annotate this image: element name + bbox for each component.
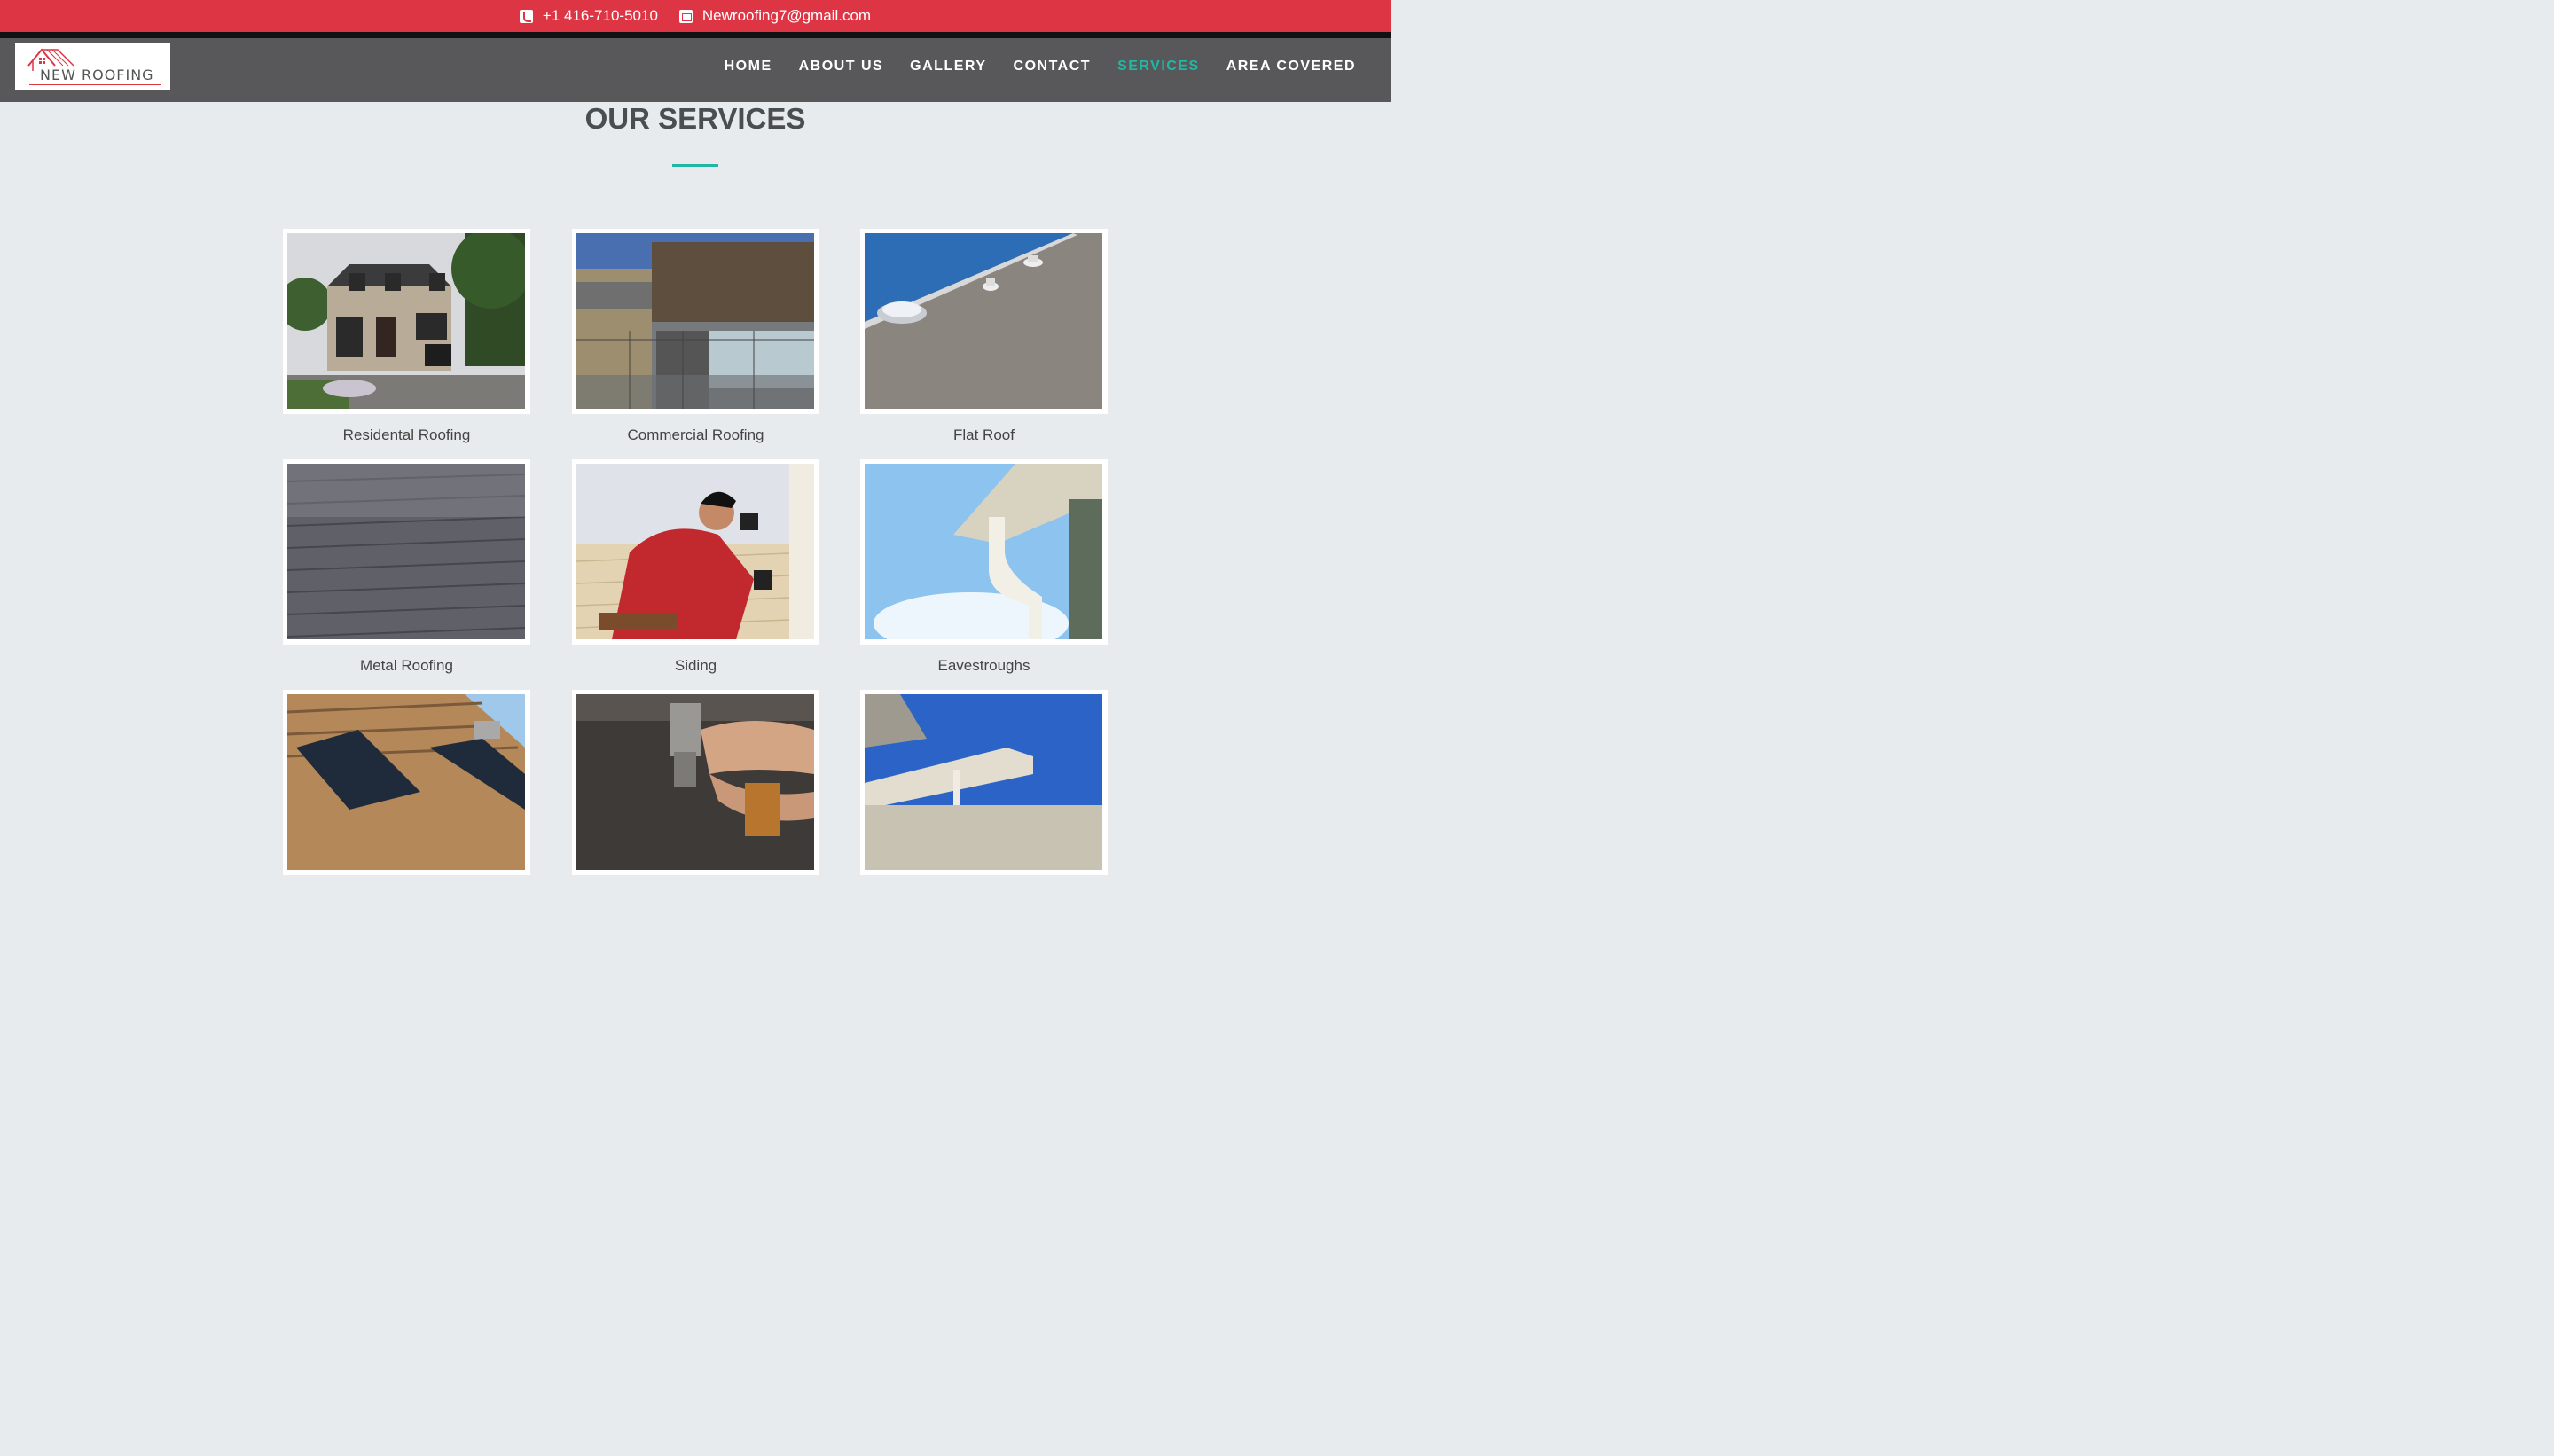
contact-bar: +1 416-710-5010 Newroofing7@gmail.com <box>0 0 1391 32</box>
soffit-fascia-image <box>865 694 1102 870</box>
email-address[interactable]: Newroofing7@gmail.com <box>702 7 871 25</box>
service-card-metal-roofing[interactable] <box>283 459 530 645</box>
service-card-commercial[interactable] <box>572 229 819 414</box>
phone-icon <box>519 9 533 23</box>
section-title: OUR SERVICES <box>584 102 806 135</box>
logo-underline <box>29 84 161 85</box>
commercial-building-image <box>576 233 814 409</box>
service-card-eavestroughs[interactable] <box>860 459 1108 645</box>
nav-contact[interactable]: CONTACT <box>1014 59 1092 74</box>
logo-text: NEW ROOFING <box>40 67 154 83</box>
phone-contact[interactable]: +1 416-710-5010 <box>519 7 658 25</box>
service-label-residential[interactable]: Residental Roofing <box>283 427 530 444</box>
nav-menu: HOME ABOUT US GALLERY CONTACT SERVICES A… <box>698 59 1356 74</box>
service-card-siding[interactable] <box>572 459 819 645</box>
site-logo[interactable]: NEW ROOFING <box>15 43 170 90</box>
divider-strip <box>0 32 1391 38</box>
flat-roof-image <box>865 233 1102 409</box>
service-label-eavestroughs[interactable]: Eavestroughs <box>860 657 1108 675</box>
service-card-flat-roof[interactable] <box>860 229 1108 414</box>
siding-worker-image <box>576 464 814 639</box>
skylight-roof-image <box>287 694 525 870</box>
shingles-image <box>287 464 525 639</box>
service-label-commercial[interactable]: Commercial Roofing <box>572 427 819 444</box>
service-card-nailgun[interactable] <box>572 690 819 875</box>
main-navbar: NEW ROOFING HOME ABOUT US GALLERY CONTAC… <box>0 38 1391 102</box>
service-label-flat-roof[interactable]: Flat Roof <box>860 427 1108 444</box>
title-divider <box>672 164 718 167</box>
residential-house-image <box>287 233 525 409</box>
service-card-soffit[interactable] <box>860 690 1108 875</box>
nailgun-roofing-image <box>576 694 814 870</box>
phone-number[interactable]: +1 416-710-5010 <box>543 7 658 25</box>
nav-about-us[interactable]: ABOUT US <box>799 59 884 74</box>
service-card-residential[interactable] <box>283 229 530 414</box>
eavestrough-image <box>865 464 1102 639</box>
service-label-siding[interactable]: Siding <box>572 657 819 675</box>
nav-services[interactable]: SERVICES <box>1117 59 1200 74</box>
nav-home[interactable]: HOME <box>725 59 772 74</box>
nav-gallery[interactable]: GALLERY <box>910 59 986 74</box>
service-label-metal-roofing[interactable]: Metal Roofing <box>283 657 530 675</box>
email-contact[interactable]: Newroofing7@gmail.com <box>678 7 871 25</box>
service-card-skylights[interactable] <box>283 690 530 875</box>
nav-area-covered[interactable]: AREA COVERED <box>1226 59 1356 74</box>
envelope-icon <box>678 9 693 23</box>
